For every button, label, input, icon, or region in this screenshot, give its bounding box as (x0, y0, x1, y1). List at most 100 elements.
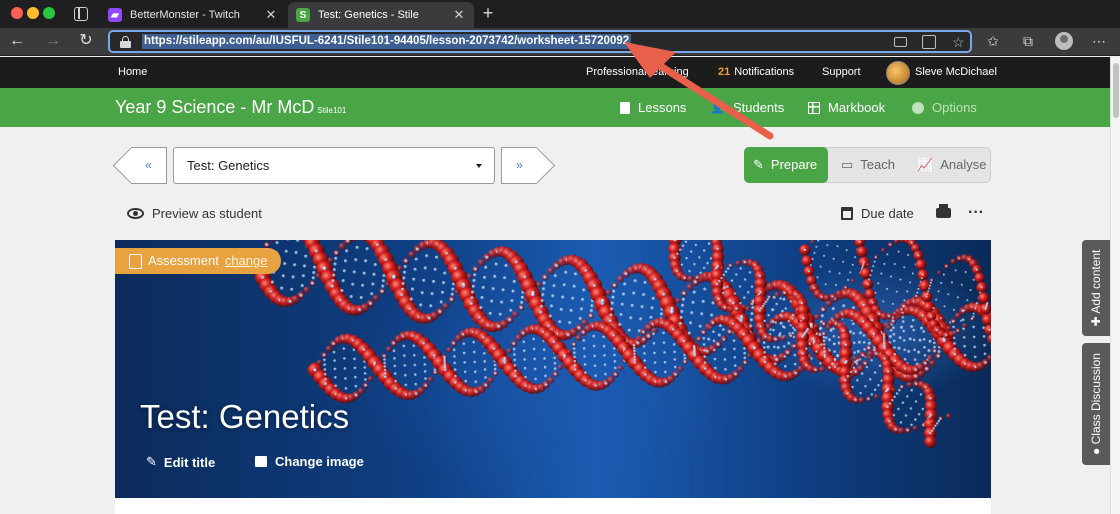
mode-switcher: ✎ Prepare ▭ Teach 📈 Analyse (744, 147, 991, 183)
line-chart-icon: 📈 (917, 157, 934, 172)
new-tab-button[interactable]: + (478, 3, 498, 24)
profile-avatar-icon[interactable] (1055, 32, 1073, 50)
pencil-icon: ✎ (753, 157, 764, 172)
avatar (886, 60, 910, 85)
cast-icon[interactable] (894, 37, 907, 47)
grid-icon (808, 101, 820, 114)
person-icon: 👤 (710, 100, 725, 114)
lessons-link[interactable]: Lessons (620, 88, 686, 127)
app-available-icon[interactable] (922, 35, 936, 49)
notifications-count: 21 (718, 66, 731, 78)
notifications-label: Notifications (734, 66, 795, 78)
favorites-icon[interactable]: ✩ (984, 32, 1002, 50)
add-favorite-star-icon[interactable]: ☆ (952, 35, 966, 49)
forward-arrow-icon[interactable]: → (42, 30, 64, 52)
browser-tab-twitch[interactable]: ▰ BetterMonster - Twitch ✕ (100, 2, 286, 28)
browser-toolbar: ← → ↻ https://stileapp.com/au/IUSFUL-624… (0, 28, 1120, 56)
nav-support-link[interactable]: Support (822, 57, 861, 88)
user-name: Sleve McDichael (915, 66, 997, 78)
class-header: Year 9 Science - Mr McD Stile101 Lessons … (0, 88, 1110, 127)
students-label: Students (732, 100, 785, 115)
eye-icon (127, 207, 144, 219)
tab-close-icon[interactable]: ✕ (450, 7, 468, 23)
mode-prepare-button[interactable]: ✎ Prepare (744, 147, 828, 183)
preview-as-student-button[interactable]: Preview as student (127, 203, 262, 223)
maximize-window-button[interactable] (43, 7, 55, 19)
lesson-title: Test: Genetics (140, 398, 350, 435)
lesson-select[interactable]: Test: Genetics (173, 147, 495, 184)
next-lesson-button[interactable]: » (501, 147, 537, 184)
chevron-circle-icon (912, 101, 924, 114)
url-text[interactable]: https://stileapp.com/au/IUSFUL-6241/Stil… (142, 34, 632, 49)
minimize-window-button[interactable] (27, 7, 39, 19)
lesson-select-value: Test: Genetics (187, 158, 270, 173)
due-date-button[interactable]: Due date (841, 203, 914, 223)
change-image-label: Change image (275, 454, 364, 469)
double-chevron-left-icon: « (145, 158, 152, 172)
due-date-label: Due date (861, 205, 914, 221)
students-link[interactable]: 👤 Students (710, 88, 784, 127)
tab-title: Test: Genetics - Stile (318, 9, 419, 21)
class-name: Year 9 Science - Mr McD (115, 97, 315, 117)
user-menu[interactable]: Sleve McDichael (886, 57, 997, 88)
preview-label: Preview as student (152, 205, 262, 221)
mode-teach-label: Teach (860, 157, 895, 172)
nav-notifications-link[interactable]: 21 Notifications (718, 57, 794, 88)
mode-analyse-button[interactable]: 📈 Analyse (917, 148, 986, 182)
caret-down-icon (476, 164, 482, 168)
collections-icon[interactable]: ⧉ (1019, 32, 1037, 50)
site-navbar: Home Professional learning 21 Notificatio… (0, 57, 1110, 88)
change-image-button[interactable]: Change image (255, 454, 364, 469)
options-label: Options (932, 100, 977, 115)
markbook-label: Markbook (828, 100, 886, 115)
class-discussion-tab[interactable]: ● Class Discussion (1082, 343, 1110, 465)
image-icon (255, 456, 267, 467)
assessment-change-link[interactable]: change (225, 248, 268, 274)
more-menu-icon[interactable]: ⋯ (1090, 32, 1108, 50)
assessment-badge: Assessment change (115, 248, 282, 274)
lock-icon[interactable] (120, 36, 131, 48)
lessons-label: Lessons (638, 100, 687, 115)
close-window-button[interactable] (11, 7, 23, 19)
printer-icon (936, 204, 951, 218)
double-chevron-right-icon: » (516, 158, 523, 172)
assessment-label: Assessment (148, 253, 219, 268)
lesson-hero-banner: Assessment change Test: Genetics ✎ Edit t… (115, 240, 991, 498)
print-button[interactable] (936, 203, 951, 223)
class-discussion-label: ● Class Discussion (1089, 353, 1103, 455)
mode-analyse-label: Analyse (940, 157, 987, 172)
back-arrow-icon[interactable]: ← (6, 30, 28, 52)
class-title[interactable]: Year 9 Science - Mr McD Stile101 (115, 97, 346, 118)
page-scrollbar[interactable] (1110, 57, 1120, 514)
dna-helix-image (247, 240, 991, 448)
stile-icon: S (296, 8, 310, 22)
markbook-link[interactable]: Markbook (808, 88, 885, 127)
document-icon (620, 101, 630, 114)
tab-close-icon[interactable]: ✕ (262, 7, 280, 23)
more-options-button[interactable]: ··· (968, 203, 984, 223)
twitch-icon: ▰ (108, 8, 122, 22)
browser-tab-stile[interactable]: S Test: Genetics - Stile ✕ (288, 2, 474, 28)
tab-title: BetterMonster - Twitch (130, 9, 240, 21)
browser-tabstrip: ▰ BetterMonster - Twitch ✕ S Test: Genet… (0, 0, 1120, 28)
calendar-icon (841, 206, 853, 220)
edit-title-button[interactable]: ✎ Edit title (146, 454, 215, 470)
tab-actions-icon[interactable] (74, 7, 88, 21)
add-content-label: ✚ Add content (1089, 249, 1103, 327)
address-bar[interactable]: https://stileapp.com/au/IUSFUL-6241/Stil… (108, 30, 972, 53)
nav-home-link[interactable]: Home (118, 57, 147, 88)
options-link[interactable]: Options (912, 88, 977, 127)
lesson-content-area (115, 498, 991, 514)
nav-professional-learning-link[interactable]: Professional learning (586, 57, 689, 88)
mode-prepare-label: Prepare (770, 157, 818, 172)
class-code: Stile101 (317, 106, 347, 115)
scrollbar-thumb[interactable] (1113, 63, 1119, 118)
previous-lesson-button[interactable]: « (131, 147, 167, 184)
add-content-tab[interactable]: ✚ Add content (1082, 240, 1110, 336)
whiteboard-icon: ▭ (841, 157, 854, 172)
reload-icon[interactable]: ↻ (75, 30, 97, 52)
clipboard-icon (129, 253, 142, 269)
edit-title-label: Edit title (163, 454, 216, 470)
mode-teach-button[interactable]: ▭ Teach (841, 148, 895, 182)
pencil-icon: ✎ (146, 454, 157, 469)
